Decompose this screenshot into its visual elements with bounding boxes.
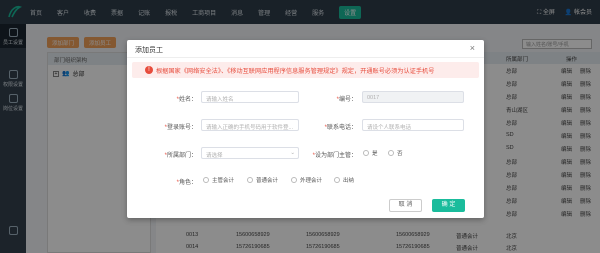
name-field[interactable]: 请输入姓名	[201, 91, 299, 103]
cancel-button[interactable]: 取 消	[389, 199, 422, 212]
name-label: *姓名：	[176, 97, 197, 103]
role-label: *角色：	[176, 180, 197, 186]
alert-text: 根据国家《网络安全法》、《移动互联网应用程序信息服务管理规定》规定，开通账号必须…	[156, 68, 435, 75]
divider	[127, 57, 484, 58]
head-label: *设为部门主管：	[312, 153, 357, 159]
phone-label: *联系电话：	[324, 125, 357, 131]
login-account-field[interactable]: 请输入正确的手机号码用于软件登...	[201, 119, 299, 131]
warning-icon: !	[145, 66, 153, 74]
phone-field[interactable]: 请设个人联系电话	[362, 119, 464, 131]
dialog-title: 添加员工	[135, 47, 163, 54]
alert-banner: ! 根据国家《网络安全法》、《移动互联网应用程序信息服务管理规定》规定，开通账号…	[132, 62, 479, 78]
head-no-radio[interactable]: 否	[388, 149, 403, 157]
role-option[interactable]: 外理会计	[291, 176, 322, 184]
chevron-down-icon: ⌄	[290, 150, 295, 156]
login-label: *登录账号：	[164, 125, 197, 131]
role-option[interactable]: 主管会计	[203, 176, 234, 184]
dept-label: *所属部门：	[164, 153, 197, 159]
role-option[interactable]: 普通会计	[247, 176, 278, 184]
code-field[interactable]: 0017	[362, 91, 464, 103]
confirm-button[interactable]: 确 定	[432, 199, 465, 212]
role-option[interactable]: 出纳	[334, 176, 354, 184]
department-select[interactable]: 请选择 ⌄	[201, 147, 299, 159]
close-icon[interactable]: ×	[470, 43, 475, 53]
head-yes-radio[interactable]: 是	[363, 149, 378, 157]
add-employee-dialog: 添加员工 × ! 根据国家《网络安全法》、《移动互联网应用程序信息服务管理规定》…	[127, 40, 484, 218]
code-label: *编号：	[336, 97, 357, 103]
